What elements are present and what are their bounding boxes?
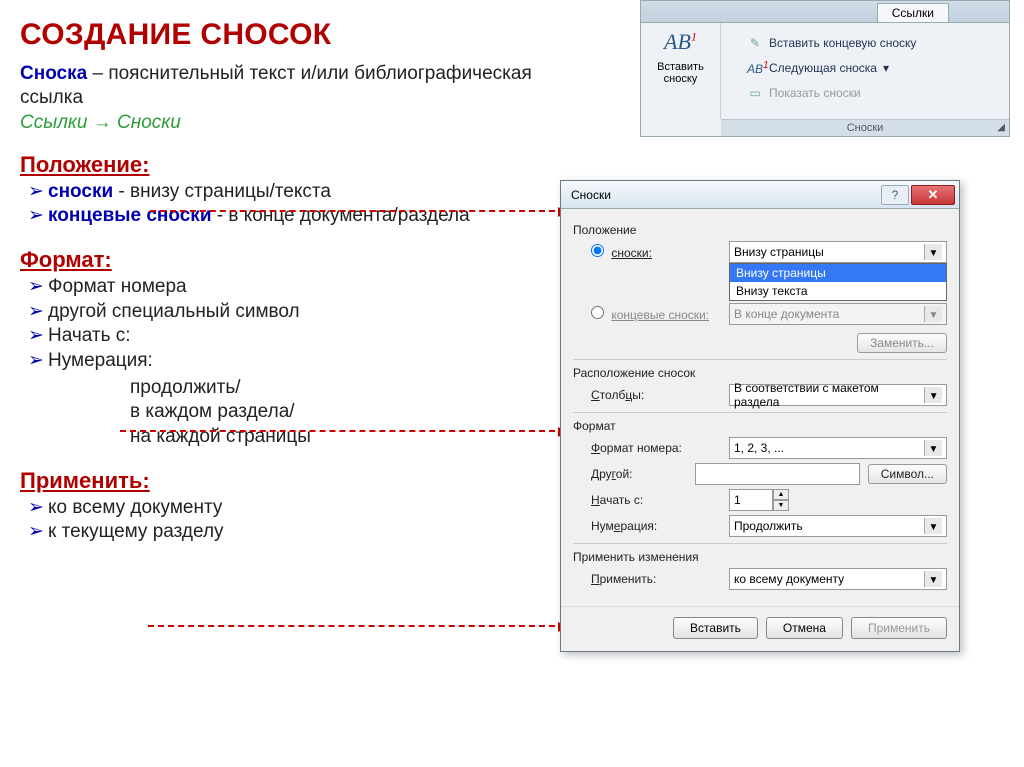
columns-label: Столбцы:: [591, 388, 721, 402]
list-apply: ко всему документу к текущему разделу: [30, 496, 560, 545]
apply-to-combo[interactable]: ко всему документу ▼: [729, 568, 947, 590]
dialog-titlebar: Сноски ? ✕: [561, 181, 959, 209]
tab-references[interactable]: Ссылки: [877, 3, 949, 22]
radio-endnotes[interactable]: концевые сноски:: [591, 306, 721, 322]
chevron-down-icon: ▼: [924, 518, 942, 534]
insert-endnote-button[interactable]: ✎ Вставить концевую сноску: [747, 33, 1001, 53]
list-format: Формат номера другой специальный символ …: [30, 275, 560, 374]
chevron-down-icon: ▼: [924, 306, 942, 322]
group-label: Сноски ◢: [721, 119, 1009, 136]
insert-button[interactable]: Вставить: [673, 617, 758, 639]
tab-strip: Ссылки: [641, 1, 1009, 23]
footnote-icon: AB1: [645, 29, 716, 55]
list-format-sub: продолжить/ в каждом раздела/ на каждой …: [130, 376, 560, 450]
footnotes-position-dropdown[interactable]: Внизу страницы Внизу текста: [729, 263, 947, 301]
heading-position: Положение:: [20, 152, 560, 178]
arrow-format: [120, 430, 565, 432]
apply-to-label: Применить:: [591, 572, 721, 586]
number-format-label: Формат номера:: [591, 441, 721, 455]
ribbon: Ссылки AB1 Вставить сноску ✎ Вставить ко…: [640, 0, 1010, 137]
heading-format: Формат:: [20, 247, 560, 273]
close-button[interactable]: ✕: [911, 185, 955, 205]
show-notes-button[interactable]: ▭ Показать сноски: [747, 83, 1001, 103]
footnotes-position-combo[interactable]: Внизу страницы ▼ Внизу страницы Внизу те…: [729, 241, 947, 263]
start-at-label: Начать с:: [591, 493, 721, 507]
endnote-icon: ✎: [747, 36, 763, 50]
replace-button[interactable]: Заменить...: [857, 333, 947, 353]
chevron-down-icon: ▾: [883, 61, 889, 75]
endnotes-position-combo: В конце документа ▼: [729, 303, 947, 325]
chevron-down-icon: ▼: [924, 571, 942, 587]
custom-mark-label: Другой:: [591, 467, 687, 481]
group-position: Положение: [573, 223, 947, 237]
menu-path: Ссылки → Сноски: [20, 112, 560, 134]
dialog-title: Сноски: [571, 188, 611, 202]
start-at-spinner[interactable]: ▲▼: [729, 489, 789, 511]
group-format: Формат: [573, 419, 947, 433]
slide-title: СОЗДАНИЕ СНОСОК: [20, 18, 560, 52]
number-format-combo[interactable]: 1, 2, 3, ... ▼: [729, 437, 947, 459]
chevron-down-icon: ▼: [924, 440, 942, 456]
arrow-position: [150, 210, 565, 212]
heading-apply: Применить:: [20, 468, 560, 494]
definition: Сноска – пояснительный текст и/или библи…: [20, 62, 560, 110]
group-apply-changes: Применить изменения: [573, 550, 947, 564]
insert-footnote-button[interactable]: AB1 Вставить сноску: [641, 23, 721, 119]
dropdown-option[interactable]: Внизу страницы: [730, 264, 946, 282]
cancel-button[interactable]: Отмена: [766, 617, 843, 639]
numbering-label: Нумерация:: [591, 519, 721, 533]
next-footnote-icon: AB1: [747, 60, 763, 76]
dropdown-option[interactable]: Внизу текста: [730, 282, 946, 300]
chevron-down-icon: ▼: [924, 387, 942, 403]
show-notes-icon: ▭: [747, 86, 763, 100]
custom-mark-input[interactable]: [695, 463, 860, 485]
spin-down-icon[interactable]: ▼: [773, 500, 789, 511]
symbol-button[interactable]: Символ...: [868, 464, 947, 484]
dialog-launcher-icon[interactable]: ◢: [997, 122, 1005, 133]
columns-combo[interactable]: В соответствии с макетом раздела ▼: [729, 384, 947, 406]
next-footnote-button[interactable]: AB1 Следующая сноска ▾: [747, 57, 1001, 79]
footnotes-dialog: Сноски ? ✕ Положение сноски: Внизу стран…: [560, 180, 960, 652]
chevron-down-icon: ▼: [924, 244, 942, 260]
group-layout: Расположение сносок: [573, 366, 947, 380]
help-button[interactable]: ?: [881, 185, 909, 205]
spin-up-icon[interactable]: ▲: [773, 489, 789, 500]
arrow-apply: [148, 625, 565, 627]
numbering-combo[interactable]: Продолжить ▼: [729, 515, 947, 537]
list-position: сноски - внизу страницы/текста концевые …: [30, 180, 560, 229]
radio-footnotes[interactable]: сноски:: [591, 244, 721, 260]
apply-button[interactable]: Применить: [851, 617, 947, 639]
